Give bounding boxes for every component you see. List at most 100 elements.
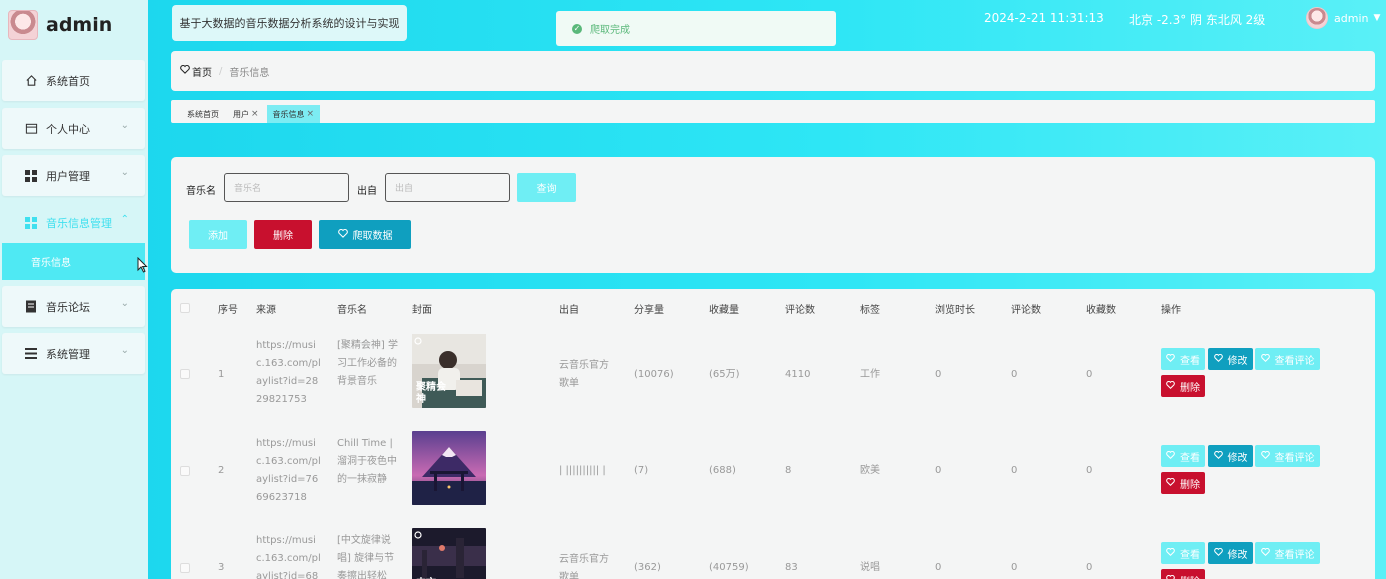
sidebar-item-system-management[interactable]: 系统管理 ⌄ — [2, 333, 145, 374]
book-icon — [24, 300, 38, 314]
view-button[interactable]: 查看 — [1161, 348, 1205, 370]
sidebar-item-music-info-management[interactable]: 音乐信息管理 ⌃ — [2, 202, 145, 243]
cell-browse: 0 — [935, 369, 942, 380]
caret-down-icon: ▼ — [1373, 13, 1381, 23]
column-header: 分享量 — [634, 305, 664, 316]
query-button[interactable]: 查询 — [517, 173, 576, 202]
cover-image[interactable]: 中文 — [412, 528, 486, 579]
breadcrumb: 首页 / 音乐信息 — [171, 51, 1375, 91]
breadcrumb-home[interactable]: 首页 — [192, 64, 212, 79]
tag-user[interactable]: 用户 × — [227, 105, 265, 123]
chevron-down-icon: ⌄ — [120, 298, 129, 309]
brand-name: admin — [46, 14, 113, 36]
column-header: 封面 — [412, 305, 432, 316]
cell-source: https://music.163.com/playlist?id=766962… — [256, 438, 321, 503]
sidebar-item-label: 系统首页 — [46, 74, 90, 88]
cell-index: 2 — [218, 465, 225, 476]
cell-tag: 工作 — [860, 369, 880, 380]
heart-icon — [1260, 547, 1270, 559]
column-header: 收藏量 — [709, 305, 739, 316]
add-button[interactable]: 添加 — [189, 220, 247, 249]
source-input[interactable]: 出自 — [385, 173, 510, 202]
music-name-input[interactable]: 音乐名 — [224, 173, 349, 202]
chevron-down-icon: ⌄ — [120, 120, 129, 131]
heart-icon — [1213, 353, 1223, 365]
home-icon — [24, 74, 38, 88]
cell-share: (7) — [634, 465, 649, 476]
cover-image[interactable] — [412, 431, 486, 505]
heart-icon — [1260, 353, 1270, 365]
sidebar-subitem-label: 音乐信息 — [31, 258, 71, 269]
breadcrumb-separator: / — [219, 65, 223, 77]
music-table: 序号 来源 音乐名 封面 出自 分享量 收藏量 评论数 标签 浏览时长 评论数 … — [171, 289, 1375, 579]
toast-text: 爬取完成 — [590, 25, 630, 36]
edit-button[interactable]: 修改 — [1208, 542, 1253, 564]
column-header: 评论数 — [1011, 305, 1041, 316]
sidebar-item-music-forum[interactable]: 音乐论坛 ⌄ — [2, 286, 145, 327]
view-comments-button[interactable]: 查看评论 — [1255, 445, 1320, 467]
sidebar-item-user-management[interactable]: 用户管理 ⌄ — [2, 155, 145, 196]
sidebar-subitem-music-info[interactable]: 音乐信息 — [2, 243, 145, 280]
edit-button[interactable]: 修改 — [1208, 348, 1253, 370]
system-title: 基于大数据的音乐数据分析系统的设计与实现 — [172, 5, 407, 41]
cell-fav-count: 0 — [1086, 562, 1093, 573]
cell-comment-count: 0 — [1011, 562, 1018, 573]
column-header: 音乐名 — [337, 305, 367, 316]
view-button[interactable]: 查看 — [1161, 445, 1205, 467]
grid-icon — [24, 216, 38, 230]
grid-icon — [24, 169, 38, 183]
edit-button[interactable]: 修改 — [1208, 445, 1253, 467]
sidebar-item-label: 音乐论坛 — [46, 300, 90, 314]
select-all-checkbox[interactable] — [180, 303, 190, 313]
heart-icon — [1166, 574, 1175, 579]
crawl-data-button[interactable]: 爬取数据 — [319, 220, 411, 249]
cell-share: (362) — [634, 562, 661, 573]
heart-icon — [1166, 477, 1175, 489]
cell-name: [中文旋律说唱] 旋律与节奏擦出轻松 — [337, 535, 395, 579]
avatar — [1306, 7, 1328, 29]
cell-tag: 说唱 — [860, 562, 880, 573]
heart-icon — [1166, 450, 1175, 462]
cell-browse: 0 — [935, 465, 942, 476]
delete-button[interactable]: 删除 — [1161, 569, 1205, 579]
user-menu[interactable]: admin ▼ — [1306, 7, 1380, 29]
row-checkbox[interactable] — [180, 466, 190, 476]
sidebar-item-label: 用户管理 — [46, 169, 90, 183]
row-checkbox[interactable] — [180, 563, 190, 573]
cell-comments: 4110 — [785, 369, 811, 380]
delete-button[interactable]: 删除 — [1161, 472, 1205, 494]
cell-from: 云音乐官方歌单 — [559, 360, 609, 389]
toast-message: ✓ 爬取完成 — [556, 11, 836, 46]
column-header: 操作 — [1161, 305, 1181, 316]
heart-icon — [1166, 380, 1175, 392]
heart-icon — [337, 228, 348, 241]
cover-caption: 聚精会神 — [416, 382, 446, 405]
heart-icon — [1213, 450, 1223, 462]
close-icon[interactable]: × — [307, 109, 315, 119]
cell-share: (10076) — [634, 369, 674, 380]
sidebar-item-home[interactable]: 系统首页 — [2, 60, 145, 101]
sidebar-item-label: 系统管理 — [46, 347, 90, 361]
view-button[interactable]: 查看 — [1161, 542, 1205, 564]
tags-view: 系统首页 用户 × 音乐信息 × — [171, 100, 1375, 123]
tag-system-home[interactable]: 系统首页 — [181, 105, 225, 123]
close-icon[interactable]: × — [251, 109, 259, 119]
cover-image[interactable]: 聚精会神 — [412, 334, 486, 408]
cell-comments: 8 — [785, 465, 792, 476]
music-name-label: 音乐名 — [186, 186, 216, 197]
tag-music-info[interactable]: 音乐信息 × — [266, 105, 321, 123]
cell-collect: (40759) — [709, 562, 749, 573]
column-header: 标签 — [860, 305, 880, 316]
view-comments-button[interactable]: 查看评论 — [1255, 348, 1320, 370]
cell-name: Chill Time | 溜洞于夜色中的一抹寂静 — [337, 438, 397, 485]
column-header: 评论数 — [785, 305, 815, 316]
cell-collect: (65万) — [709, 369, 740, 380]
delete-button[interactable]: 删除 — [1161, 375, 1205, 397]
cell-tag: 欧美 — [860, 465, 880, 476]
row-checkbox[interactable] — [180, 369, 190, 379]
sidebar-item-personal-center[interactable]: 个人中心 ⌄ — [2, 108, 145, 149]
success-check-icon: ✓ — [572, 23, 582, 34]
batch-delete-button[interactable]: 删除 — [254, 220, 312, 249]
heart-icon — [1260, 450, 1270, 462]
view-comments-button[interactable]: 查看评论 — [1255, 542, 1320, 564]
